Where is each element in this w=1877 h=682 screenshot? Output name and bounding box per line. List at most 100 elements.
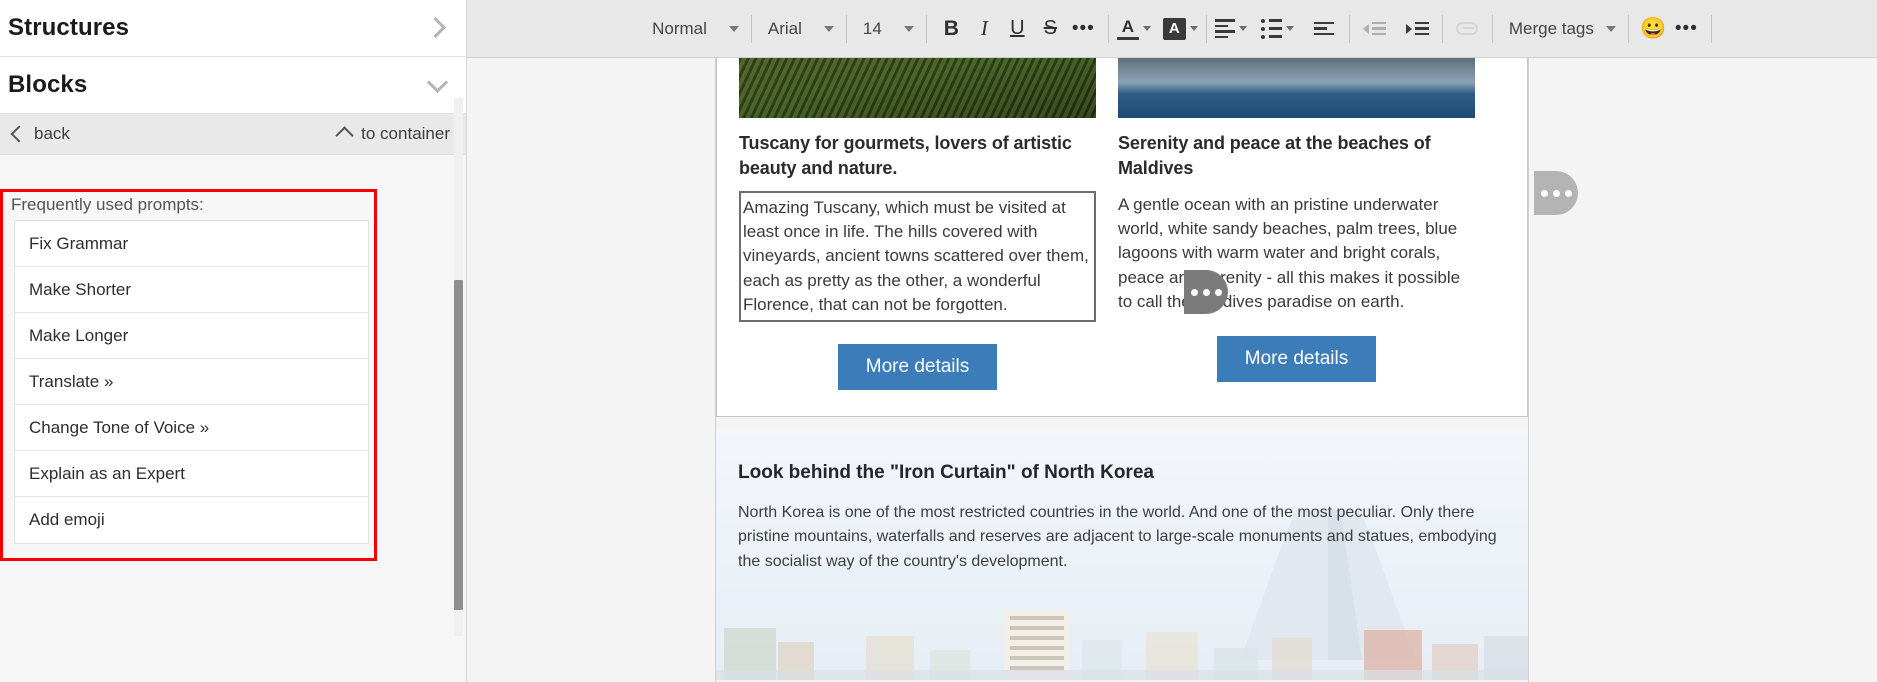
prompt-item-make-shorter[interactable]: Make Shorter — [15, 267, 368, 313]
chevron-down-icon — [1285, 26, 1294, 31]
divider — [750, 14, 752, 43]
ellipsis-icon: ••• — [1674, 18, 1698, 39]
prompt-label: Add emoji — [29, 510, 105, 529]
paragraph-style-select[interactable]: Normal — [644, 14, 743, 44]
blocks-panel-body: Frequently used prompts: Fix Grammar Mak… — [0, 155, 466, 682]
font-family-select[interactable]: Arial — [760, 14, 838, 44]
structures-title: Structures — [8, 14, 130, 41]
email-builder-app: Structures Blocks back to container Freq… — [0, 0, 1877, 682]
block-options-handle-middle[interactable] — [1184, 270, 1228, 314]
bold-button[interactable]: B — [935, 12, 968, 45]
divider — [1627, 14, 1629, 43]
formatting-toolbar: Normal Arial 14 B I U S ••• A A Merge ta… — [467, 0, 1877, 58]
emoji-button[interactable]: 😀 — [1637, 12, 1670, 45]
chevron-down-icon — [1142, 26, 1151, 31]
card-maldives[interactable]: Serenity and peace at the beaches of Mal… — [1118, 58, 1475, 390]
indent-icon — [1405, 21, 1429, 36]
north-korea-title: Look behind the "Iron Curtain" of North … — [738, 462, 1154, 484]
chevron-down-icon — [728, 25, 739, 32]
font-size-value: 14 — [862, 18, 882, 38]
back-button[interactable]: back — [6, 121, 70, 147]
prompt-item-make-longer[interactable]: Make Longer — [15, 313, 368, 359]
link-icon — [1456, 22, 1479, 35]
dot — [1552, 189, 1560, 197]
merge-tags-select[interactable]: Merge tags — [1501, 14, 1620, 44]
north-korea-text[interactable]: North Korea is one of the most restricte… — [738, 501, 1506, 574]
card-tuscany[interactable]: Tuscany for gourmets, lovers of artistic… — [739, 58, 1096, 391]
font-color-button[interactable]: A — [1116, 17, 1151, 41]
increase-indent-button[interactable] — [1401, 12, 1434, 45]
italic-label: I — [980, 16, 988, 40]
italic-button[interactable]: I — [968, 12, 1001, 45]
divider — [1491, 14, 1493, 43]
chevron-down-icon — [823, 25, 834, 32]
prompt-item-add-emoji[interactable]: Add emoji — [15, 497, 368, 543]
divider — [1710, 14, 1712, 43]
sidebar-scrollbar-thumb[interactable] — [454, 280, 463, 610]
smiley-icon: 😀 — [1640, 16, 1667, 40]
to-container-button[interactable]: to container — [333, 121, 450, 147]
blocks-title: Blocks — [8, 71, 88, 98]
prompt-item-fix-grammar[interactable]: Fix Grammar — [15, 221, 368, 267]
divider — [1107, 14, 1109, 43]
bold-label: B — [943, 16, 959, 40]
back-label: back — [34, 124, 70, 143]
insert-link-button[interactable] — [1451, 12, 1484, 45]
strikethrough-button[interactable]: S — [1034, 12, 1067, 45]
line-height-button[interactable] — [1308, 12, 1341, 45]
prompt-label: Make Longer — [29, 325, 129, 345]
card-title: Serenity and peace at the beaches of Mal… — [1118, 133, 1431, 178]
prompt-item-change-tone-of-voice[interactable]: Change Tone of Voice » — [15, 405, 368, 451]
card-text-editable[interactable]: Amazing Tuscany, which must be visited a… — [739, 190, 1096, 323]
north-korea-block[interactable]: Look behind the "Iron Curtain" of North … — [716, 430, 1528, 681]
paragraph-style-value: Normal — [652, 18, 707, 38]
font-color-icon: A — [1116, 17, 1139, 41]
prompt-item-explain-as-an-expert[interactable]: Explain as an Expert — [15, 451, 368, 497]
dot — [1202, 288, 1210, 296]
prompt-label: Translate » — [29, 371, 114, 391]
chevron-down-icon — [1189, 26, 1198, 31]
frequently-used-prompts-highlight: Frequently used prompts: Fix Grammar Mak… — [0, 189, 377, 561]
text-align-button[interactable] — [1214, 19, 1247, 38]
email-canvas[interactable]: Tuscany for gourmets, lovers of artistic… — [467, 58, 1877, 682]
two-column-card-block[interactable]: Tuscany for gourmets, lovers of artistic… — [716, 58, 1528, 418]
sidebar-section-blocks[interactable]: Blocks — [0, 57, 466, 114]
block-options-handle-right[interactable] — [1534, 171, 1578, 215]
chevron-down-icon — [903, 25, 914, 32]
card-text[interactable]: A gentle ocean with an pristine underwat… — [1118, 193, 1475, 314]
chevron-right-icon[interactable] — [424, 15, 450, 41]
chevron-down-icon — [1238, 26, 1247, 31]
chevron-down-icon[interactable] — [424, 72, 450, 98]
background-color-icon: A — [1162, 17, 1186, 40]
tuscany-vineyard-photo[interactable] — [739, 58, 1096, 118]
outdent-icon — [1362, 21, 1386, 36]
underline-button[interactable]: U — [1001, 12, 1034, 45]
merge-tags-label: Merge tags — [1508, 18, 1594, 38]
chevron-down-icon — [1605, 25, 1616, 32]
more-details-button[interactable]: More details — [1216, 336, 1377, 383]
sidebar-section-structures[interactable]: Structures — [0, 0, 466, 57]
toolbar-overflow-button[interactable]: ••• — [1670, 12, 1703, 45]
chevron-up-icon — [333, 121, 359, 147]
prompt-label: Explain as an Expert — [29, 463, 185, 483]
more-details-button[interactable]: More details — [837, 344, 998, 391]
divider — [1348, 14, 1350, 43]
more-text-options-button[interactable]: ••• — [1067, 12, 1100, 45]
maldives-beach-photo[interactable] — [1118, 58, 1475, 118]
divider — [925, 14, 927, 43]
divider — [1441, 14, 1443, 43]
card-title: Tuscany for gourmets, lovers of artistic… — [739, 133, 1072, 178]
strikethrough-label: S — [1043, 17, 1058, 39]
align-left-icon — [1214, 19, 1235, 38]
prompt-item-translate[interactable]: Translate » — [15, 359, 368, 405]
prompts-list: Fix Grammar Make Shorter Make Longer Tra… — [14, 220, 369, 544]
decrease-indent-button[interactable] — [1358, 12, 1391, 45]
sidebar-scrollbar[interactable] — [454, 98, 463, 636]
dot — [1564, 189, 1572, 197]
underline-label: U — [1010, 17, 1025, 39]
background-color-button[interactable]: A — [1162, 17, 1198, 40]
editor-area: Normal Arial 14 B I U S ••• A A Merge ta… — [467, 0, 1877, 682]
font-size-select[interactable]: 14 — [855, 14, 918, 44]
canvas-right-edge — [1528, 58, 1529, 682]
list-button[interactable] — [1260, 18, 1294, 39]
